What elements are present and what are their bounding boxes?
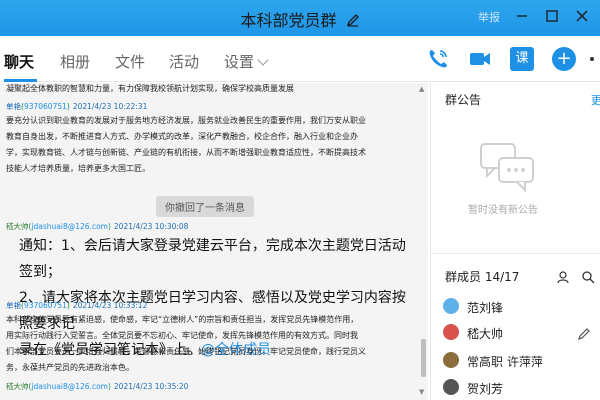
tab-files[interactable]: 文件 — [115, 51, 145, 72]
sender-id[interactable]: 937060751 — [24, 102, 67, 111]
minimize-icon[interactable] — [512, 6, 532, 26]
tab-chat[interactable]: 聊天 — [4, 51, 34, 72]
avatar — [443, 298, 459, 314]
sender-name[interactable]: 嵇大帅 — [6, 222, 29, 231]
message-line: 通知：1、会后请大家登录党建云平台，完成本次主题党日活动签到； — [19, 238, 406, 280]
phone-icon[interactable] — [426, 47, 450, 71]
active-tab-indicator — [4, 79, 37, 82]
add-app-button[interactable]: + — [552, 47, 576, 71]
sender-id[interactable]: jdashuai8@126.com — [31, 222, 108, 231]
message-text: 凝聚起全体教职的智慧和力量，有力保障我校领航计划实现，确保学校高质量发展 — [6, 84, 294, 93]
member-name: 嵇大帅 — [467, 327, 504, 341]
sender-name[interactable]: 嵇大帅 — [6, 382, 29, 391]
video-call-icon[interactable] — [468, 47, 492, 71]
report-button[interactable]: 举报 — [478, 9, 500, 25]
notice-title: 群公告 — [445, 93, 482, 107]
member-item[interactable]: 嵇大帅 — [443, 323, 593, 343]
message-text: 要充分认识到职业教育的发展对于服务地方经济发展，服务就业改善民生的重要作用，我们… — [6, 113, 406, 177]
member-item[interactable]: 贺刘芳 — [443, 378, 593, 398]
member-name: 范刘锋 — [467, 301, 504, 315]
edit-icon[interactable] — [577, 327, 591, 341]
message-time: 2021/4/23 10:30:08 — [113, 222, 189, 231]
notice-empty-text: 暂时没有新公告 — [468, 205, 538, 216]
scroll-down-icon[interactable]: ▼ — [419, 388, 427, 396]
member-settings-icon[interactable] — [557, 270, 571, 284]
message-line: 要充分认识到职业教育的发展对于服务地方经济发展，服务就业改善民生的重要作用，我们… — [6, 116, 366, 125]
sender-name[interactable]: 单艳 — [6, 301, 21, 310]
message-line: 用实际行动践行入党誓言。全体党员要不忘初心、牢记使命，发挥先锋模范作用的有效方式… — [6, 331, 358, 340]
message-time: 2021/4/23 10:22:31 — [72, 102, 148, 111]
message-line: 本科部全体党员要有紧迫感，使命感，牢记“立德树人”的宗旨和责任担当，发挥党员先锋… — [6, 315, 359, 324]
member-item[interactable]: 常高职 许萍萍 — [443, 351, 593, 371]
scroll-up-icon[interactable]: ▲ — [419, 85, 427, 93]
member-item[interactable]: 范刘锋 — [443, 297, 593, 317]
message-header: 单艳(937060751) 2021/4/23 10:22:31 — [6, 102, 148, 111]
group-sidebar: 群公告 更 暂时没有新公告 群成员 14/17 范刘锋 嵇大帅 常高职 许萍萍 … — [430, 83, 600, 400]
members-title: 群成员 14/17 — [445, 270, 520, 284]
notice-more-link[interactable]: 更 — [591, 92, 600, 108]
message-line: 学，实现教育链、人才链与创新链、产业链的有机衔接，从而不断增强职业教育适应性，不… — [6, 148, 366, 157]
recall-notice: 你撤回了一条消息 — [156, 196, 254, 217]
title-bar: 本科部党员群 举报 — [0, 0, 600, 36]
message-header: 嵇大帅(jdashuai8@126.com) 2021/4/23 10:30:08 — [6, 222, 189, 231]
message-line: 务，永葆共产党员的先进政治本色。 — [6, 363, 134, 372]
scroll-thumb[interactable] — [421, 339, 426, 377]
edit-title-icon[interactable] — [346, 13, 360, 27]
sender-id[interactable]: jdashuai8@126.com — [31, 382, 108, 391]
window-title-wrap: 本科部党员群 — [0, 7, 600, 31]
tab-settings-label: 设置 — [224, 53, 255, 71]
message-line: 们本科部党员要进一步增强归属感，荣誉感和责任感，始终铭记党员身份，牢记党员使命，… — [6, 347, 366, 356]
chevron-down-icon — [257, 54, 269, 66]
message-header: 嵇大帅(jdashuai8@126.com) 2021/4/23 10:35:20 — [6, 382, 189, 391]
avatar — [443, 352, 459, 368]
member-name: 常高职 许萍萍 — [467, 355, 543, 369]
chat-panel[interactable]: 凝聚起全体教职的智慧和力量，有力保障我校领航计划实现，确保学校高质量发展 单艳(… — [0, 83, 428, 400]
class-button[interactable]: 课 — [510, 47, 534, 71]
tab-settings[interactable]: 设置 — [224, 51, 269, 72]
message-time: 2021/4/23 10:33:12 — [72, 301, 148, 310]
search-members-icon[interactable] — [581, 270, 595, 284]
close-icon[interactable] — [572, 6, 592, 26]
message-time: 2021/4/23 10:35:20 — [113, 382, 189, 391]
avatar — [443, 379, 459, 395]
avatar — [443, 324, 459, 340]
tab-album[interactable]: 相册 — [60, 51, 90, 72]
maximize-icon[interactable] — [542, 6, 562, 26]
sender-id[interactable]: 937060751 — [24, 301, 67, 310]
message-text: 本科部全体党员要有紧迫感，使命感，牢记“立德树人”的宗旨和责任担当，发挥党员先锋… — [6, 312, 406, 376]
message-line: 教育自身出发，不断推进育人方式、办学模式的改革，深化产教融合，校企合作，融入行业… — [6, 132, 358, 141]
empty-notice-icon — [480, 143, 534, 192]
message-line: 技能人才培养质量，培养更多大国工匠。 — [6, 164, 150, 173]
sidebar-divider — [431, 253, 600, 254]
sender-name[interactable]: 单艳 — [6, 102, 21, 111]
message-header: 单艳(937060751) 2021/4/23 10:33:12 — [6, 301, 148, 310]
member-name: 贺刘芳 — [467, 382, 504, 396]
more-icon[interactable] — [586, 47, 600, 71]
tab-activity[interactable]: 活动 — [169, 51, 199, 72]
window-title: 本科部党员群 — [240, 11, 337, 30]
